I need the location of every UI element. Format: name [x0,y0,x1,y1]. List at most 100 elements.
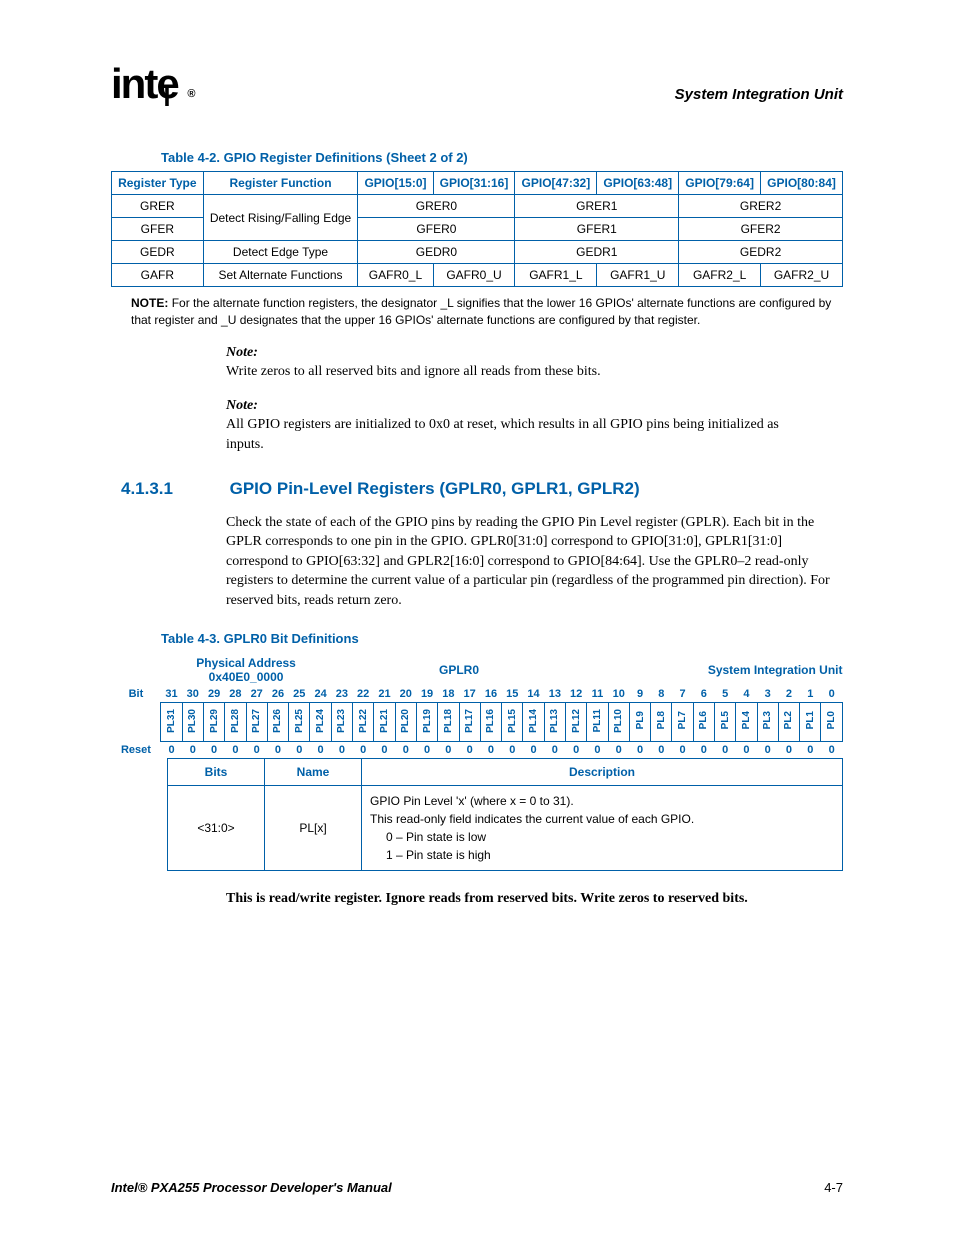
bit-number: 3 [757,686,778,703]
reset-value: 0 [800,742,821,759]
bit-number: 1 [800,686,821,703]
cell: Detect Edge Type [203,241,358,264]
cell: GFER0 [358,218,515,241]
col-name: Name [265,759,362,786]
bit-field: PL8 [651,702,672,742]
cell: GAFR [112,264,204,287]
col-gpio-31-16: GPIO[31:16] [433,172,515,195]
bit-number: 31 [161,686,182,703]
reset-value: 0 [757,742,778,759]
bit-number: 14 [523,686,544,703]
cell: GAFR0_U [433,264,515,287]
bit-field: PL28 [225,702,246,742]
bit-number: 29 [203,686,224,703]
reset-value: 0 [608,742,629,759]
reset-value: 0 [502,742,523,759]
bit-number: 15 [502,686,523,703]
cell: GAFR1_L [515,264,597,287]
bit-number: 7 [672,686,693,703]
reset-value: 0 [331,742,352,759]
reset-value: 0 [629,742,650,759]
bit-number: 26 [267,686,288,703]
footer-left: Intel® PXA255 Processor Developer's Manu… [111,1180,392,1195]
desc-line: GPIO Pin Level 'x' (where x = 0 to 31). [370,792,834,810]
col-gpio-15-0: GPIO[15:0] [358,172,433,195]
col-register-type: Register Type [112,172,204,195]
bit-number: 24 [310,686,331,703]
reset-value: 0 [566,742,587,759]
bit-field: PL13 [544,702,565,742]
bit-number: 12 [566,686,587,703]
phys-addr: Physical Address0x40E0_0000 [161,654,331,686]
col-register-function: Register Function [203,172,358,195]
table-4-3-desc: Bits Name Description <31:0> PL[x] GPIO … [167,758,843,871]
reset-value: 0 [246,742,267,759]
bit-field: PL0 [821,702,843,742]
reset-value: 0 [182,742,203,759]
body-note-2: Note: All GPIO registers are initialized… [226,396,843,455]
bit-number: 13 [544,686,565,703]
cell: GEDR2 [679,241,843,264]
bit-number: 19 [416,686,437,703]
bit-number: 17 [459,686,480,703]
reset-value: 0 [353,742,374,759]
page-footer: Intel® PXA255 Processor Developer's Manu… [111,1180,843,1195]
reg-name: GPLR0 [331,654,587,686]
section-title: GPIO Pin-Level Registers (GPLR0, GPLR1, … [230,479,640,499]
bit-field: PL22 [353,702,374,742]
bit-field: PL11 [587,702,608,742]
bit-field: PL2 [778,702,799,742]
table-4-2-note: NOTE: For the alternate function registe… [131,295,843,329]
col-gpio-80-84: GPIO[80:84] [761,172,843,195]
reset-value: 0 [267,742,288,759]
bit-number: 8 [651,686,672,703]
bit-number: 18 [438,686,459,703]
section-heading: 4.1.3.1 GPIO Pin-Level Registers (GPLR0,… [121,479,843,499]
bit-number: 25 [289,686,310,703]
cell: GFER1 [515,218,679,241]
section-number: 4.1.3.1 [121,479,226,499]
bit-number: 10 [608,686,629,703]
desc-line: This read-only field indicates the curre… [370,810,834,828]
reset-value: 0 [395,742,416,759]
reset-value: 0 [544,742,565,759]
cell: Set Alternate Functions [203,264,358,287]
cell: GRER [112,195,204,218]
intel-logo: intel ® [111,60,193,108]
note-text: For the alternate function registers, th… [131,296,831,327]
table-4-3: Physical Address0x40E0_0000 GPLR0 System… [111,654,843,759]
unit-name: System Integration Unit [587,654,843,686]
cell: GAFR2_L [679,264,761,287]
cell: GAFR0_L [358,264,433,287]
table-row: GAFR Set Alternate Functions GAFR0_L GAF… [112,264,843,287]
bit-field: PL24 [310,702,331,742]
bit-number: 27 [246,686,267,703]
reset-value: 0 [587,742,608,759]
cell: GRER2 [679,195,843,218]
bit-field: PL6 [693,702,714,742]
bit-field: PL26 [267,702,288,742]
cell: GRER1 [515,195,679,218]
reset-value: 0 [310,742,331,759]
bit-number: 20 [395,686,416,703]
col-description: Description [362,759,843,786]
bit-field: PL3 [757,702,778,742]
reset-value: 0 [672,742,693,759]
bit-field: PL5 [715,702,736,742]
footer-right: 4-7 [824,1180,843,1195]
col-gpio-79-64: GPIO[79:64] [679,172,761,195]
cell: GFER2 [679,218,843,241]
bit-field: PL21 [374,702,395,742]
reset-value: 0 [203,742,224,759]
bit-field: PL15 [502,702,523,742]
cell: GAFR1_U [597,264,679,287]
register-note: This is read/write register. Ignore read… [226,891,843,907]
bit-field: PL30 [182,702,203,742]
table-row: <31:0> PL[x] GPIO Pin Level 'x' (where x… [168,786,843,871]
bit-field: PL18 [438,702,459,742]
chapter-title: System Integration Unit [675,86,843,103]
bit-field: PL31 [161,702,182,742]
bit-number: 0 [821,686,843,703]
cell: GEDR0 [358,241,515,264]
bit-field: PL23 [331,702,352,742]
